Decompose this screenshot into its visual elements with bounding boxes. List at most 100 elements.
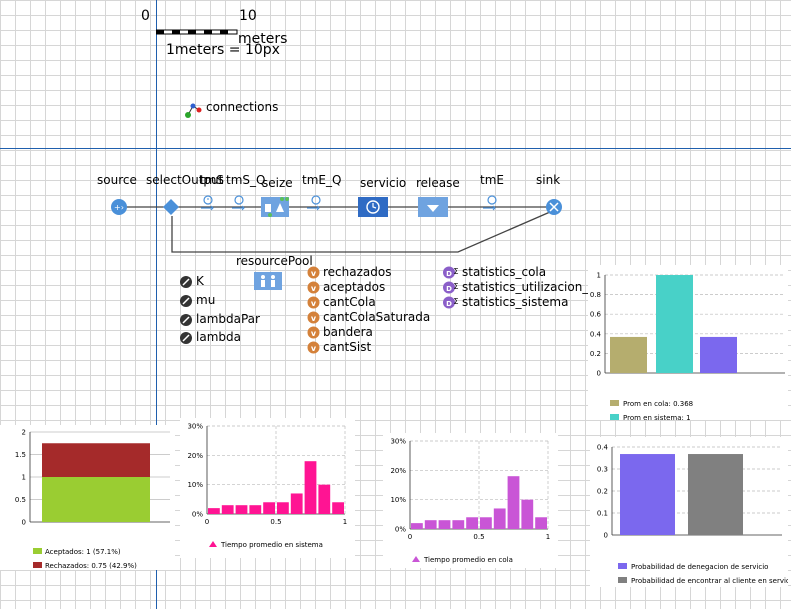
legend-marker	[412, 556, 420, 562]
chart-tiempo-cola: 0% 10% 20% 30% 0 0.5 1 Tiempo promedio en cola	[383, 433, 558, 568]
y-tick-label: 0.5	[15, 496, 26, 504]
parameter-lambdapar[interactable]: lambdaPar	[196, 312, 260, 326]
chart-tiempo-sistema-svg: 0% 10% 20% 30% 0 0.5 1 Tiempo promedio en siste…	[187, 423, 347, 550]
statistics-icon: DΣ	[443, 296, 459, 309]
variable-icon: v	[307, 266, 320, 279]
variable-rechazados[interactable]: rechazados	[323, 265, 391, 279]
svg-text:D: D	[446, 270, 452, 278]
variable-aceptados[interactable]: aceptados	[323, 280, 385, 294]
svg-text:v: v	[311, 344, 317, 353]
parameter-icon	[180, 314, 192, 326]
hist-bar-0	[411, 523, 423, 529]
block-label-servicio: servicio	[360, 176, 407, 190]
legend-swatch	[33, 548, 42, 554]
y-tick-label: 0.1	[597, 510, 608, 518]
y-tick-label: 30%	[390, 438, 406, 446]
source-block-icon[interactable]: +›	[110, 198, 128, 216]
bar-1	[656, 275, 693, 373]
y-tick-label: 0.2	[597, 488, 608, 496]
y-tick-label: 1	[597, 272, 601, 280]
variable-cantcolasaturada[interactable]: cantColaSaturada	[323, 310, 430, 324]
servicio-delay-icon[interactable]	[357, 196, 389, 218]
hist-bar-4	[466, 517, 478, 529]
hist-bar-4	[263, 502, 275, 514]
legend-label: Probabilidad de denegacion de servicio	[631, 563, 768, 571]
parameter-k[interactable]: K	[196, 274, 204, 288]
hist-bar-3	[249, 505, 262, 514]
x-tick-label: 0	[205, 518, 209, 526]
hist-bar-9	[332, 502, 344, 514]
bar-2	[700, 336, 737, 373]
release-block-icon[interactable]	[417, 196, 449, 218]
x-tick-label: 0.5	[270, 518, 281, 526]
legend-swatch	[33, 562, 42, 568]
hist-bar-5	[480, 517, 492, 529]
tme-q-timemeasure-icon[interactable]	[305, 195, 323, 213]
y-tick-label: 0	[22, 519, 26, 527]
block-label-tme-q: tmE_Q	[302, 173, 342, 187]
connections-icon[interactable]	[183, 103, 203, 119]
hist-bar-8	[521, 499, 534, 529]
legend-swatch	[610, 400, 619, 406]
svg-text:v: v	[311, 299, 317, 308]
resourcepool-label: resourcePool	[236, 254, 313, 268]
chart-title: Tiempo promedio en cola	[423, 556, 513, 564]
chart-tiempo-cola-svg: 0% 10% 20% 30% 0 0.5 1 Tiempo promedio en cola	[390, 438, 550, 565]
svg-text:Σ: Σ	[453, 297, 458, 306]
tme-timemeasure-icon[interactable]	[481, 195, 499, 213]
statistics-icon: DΣ	[443, 266, 459, 279]
variable-cantsist[interactable]: cantSist	[323, 340, 371, 354]
hist-bar-2	[235, 505, 248, 514]
hist-bar-3	[452, 520, 465, 529]
svg-text:v: v	[311, 269, 317, 278]
legend-swatch	[618, 563, 627, 569]
tms-timemeasure-icon[interactable]	[199, 195, 217, 213]
chart-aceptados-rechazados: 0 0.5 1 1.5 2 Aceptados: 1 (57.1%) Rechazados:…	[0, 425, 175, 570]
variable-bandera[interactable]: bandera	[323, 325, 373, 339]
legend-swatch	[610, 414, 619, 420]
variable-icon: v	[307, 341, 320, 354]
block-label-sink: sink	[536, 173, 561, 187]
variable-icon: v	[307, 311, 320, 324]
block-label-release: release	[416, 176, 460, 190]
block-label-tme: tmE	[480, 173, 504, 187]
variable-cantcola[interactable]: cantCola	[323, 295, 376, 309]
statistics-cola[interactable]: statistics_cola	[462, 265, 546, 279]
y-tick-label: 0.2	[590, 350, 601, 358]
hist-bar-1	[424, 520, 437, 529]
scale-ten: 10	[239, 8, 257, 24]
stacked-bar-0	[42, 477, 150, 522]
svg-text:v: v	[311, 329, 317, 338]
y-tick-label: 10%	[187, 481, 203, 489]
chart-prom-cola-sistema: 0 0.2 0.4 0.6 0.8 1 Prom en cola: 0.368 Prom en…	[588, 265, 788, 422]
seize-block-icon[interactable]	[260, 196, 290, 218]
hist-bar-1	[221, 505, 234, 514]
parameter-mu[interactable]: mu	[196, 293, 215, 307]
selectoutput-block-icon[interactable]	[162, 198, 180, 216]
bar-1	[688, 454, 743, 535]
y-tick-label: 0.4	[597, 444, 609, 452]
hist-bar-6	[290, 493, 303, 514]
hist-bar-9	[535, 517, 547, 529]
resourcepool-icon[interactable]	[254, 272, 282, 290]
svg-text:+›: +›	[114, 203, 124, 212]
sink-block-icon[interactable]	[545, 198, 563, 216]
parameter-icon	[180, 276, 192, 288]
y-tick-label: 0.4	[590, 330, 602, 338]
chart-tiempo-sistema: 0% 10% 20% 30% 0 0.5 1 Tiempo promedio en siste…	[180, 418, 355, 558]
hist-bar-6	[493, 508, 506, 529]
legend-swatch	[618, 577, 627, 583]
chart-prom-svg: 0 0.2 0.4 0.6 0.8 1 Prom en cola: 0.368 Prom en…	[590, 272, 785, 422]
parameter-icon	[180, 295, 192, 307]
statistics-sistema[interactable]: statistics_sistema	[462, 295, 568, 309]
variable-icon: v	[307, 326, 320, 339]
hist-bar-5	[277, 502, 289, 514]
legend-label: Prom en sistema: 1	[623, 414, 691, 420]
hist-bar-8	[318, 484, 331, 514]
tms-q-timemeasure-icon[interactable]	[230, 195, 248, 213]
legend-label: Prom en cola: 0.368	[623, 400, 693, 408]
x-tick-label: 1	[343, 518, 347, 526]
parameter-lambda[interactable]: lambda	[196, 330, 241, 344]
block-label-tms: tmS	[200, 173, 225, 187]
x-tick-label: 0.5	[473, 533, 484, 541]
